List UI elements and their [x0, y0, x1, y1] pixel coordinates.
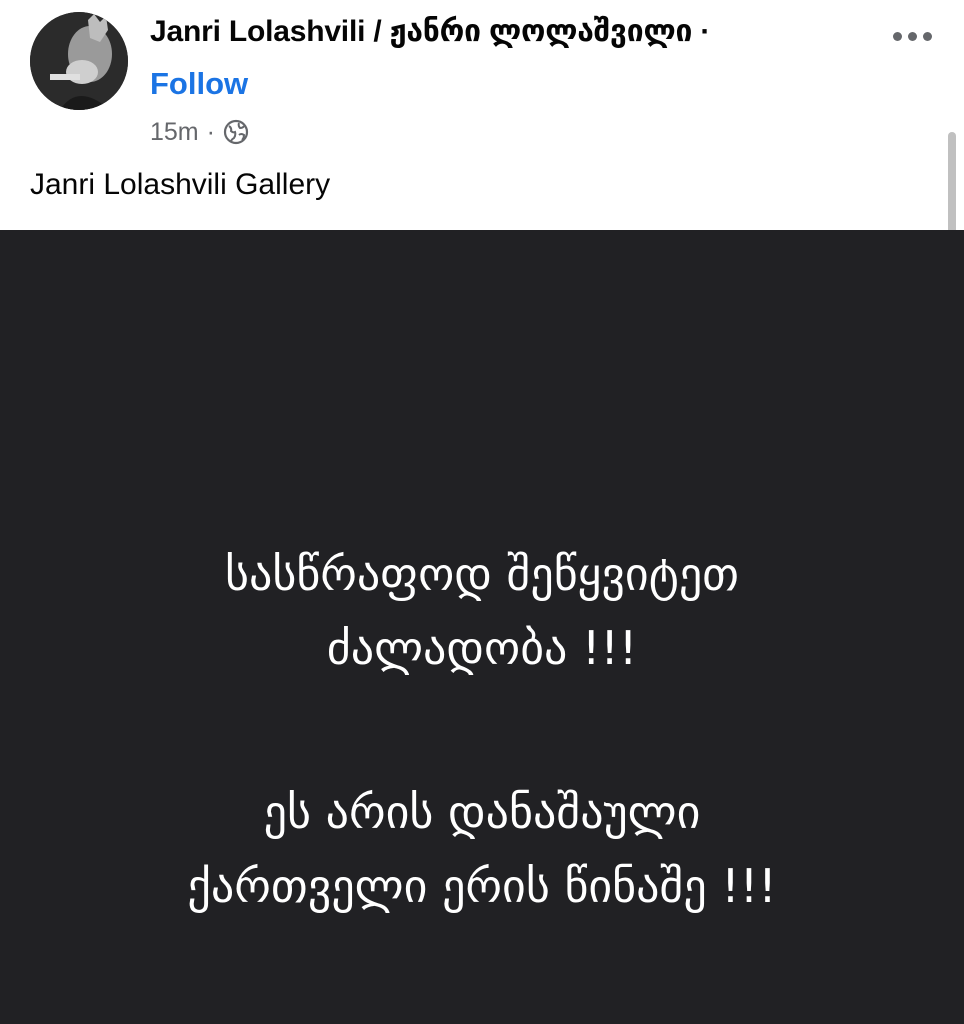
more-options-dot [907, 31, 917, 41]
more-options-dot [892, 31, 902, 41]
post-caption: Janri Lolashvili Gallery [30, 168, 331, 201]
meta-separator: · [206, 117, 215, 146]
facebook-post: Janri Lolashvili / ჟანრი ლოლაშვილი · Fol… [0, 0, 964, 1024]
post-meta: 15m · [150, 116, 249, 148]
globe-icon[interactable] [223, 119, 249, 145]
post-timestamp[interactable]: 15m [150, 118, 199, 147]
author-name-latin: Janri Lolashvili [150, 15, 366, 48]
avatar-portrait-icon [30, 12, 128, 110]
image-text-line: ქართველი ერის წინაშე !!! [187, 859, 777, 913]
author-name[interactable]: Janri Lolashvili / ჟანრი ლოლაშვილი · [150, 14, 710, 49]
more-options-dot [922, 31, 932, 41]
image-text-line: ძალადობა !!! [326, 621, 638, 675]
post-image[interactable]: სასწრაფოდ შეწყვიტეთ ძალადობა !!! ეს არის… [0, 230, 964, 1024]
author-name-georgian: ჟანრი ლოლაშვილი [389, 15, 693, 48]
more-options-button[interactable] [884, 20, 940, 52]
follow-button[interactable]: Follow [150, 66, 248, 102]
image-text-line: ეს არის დანაშაული [263, 785, 701, 839]
post-header: Janri Lolashvili / ჟანრი ლოლაშვილი · Fol… [0, 0, 964, 230]
author-name-dot: · [700, 15, 711, 48]
author-name-separator: / [373, 15, 382, 48]
image-text-line: სასწრაფოდ შეწყვიტეთ [224, 547, 740, 601]
author-avatar[interactable] [30, 12, 128, 110]
